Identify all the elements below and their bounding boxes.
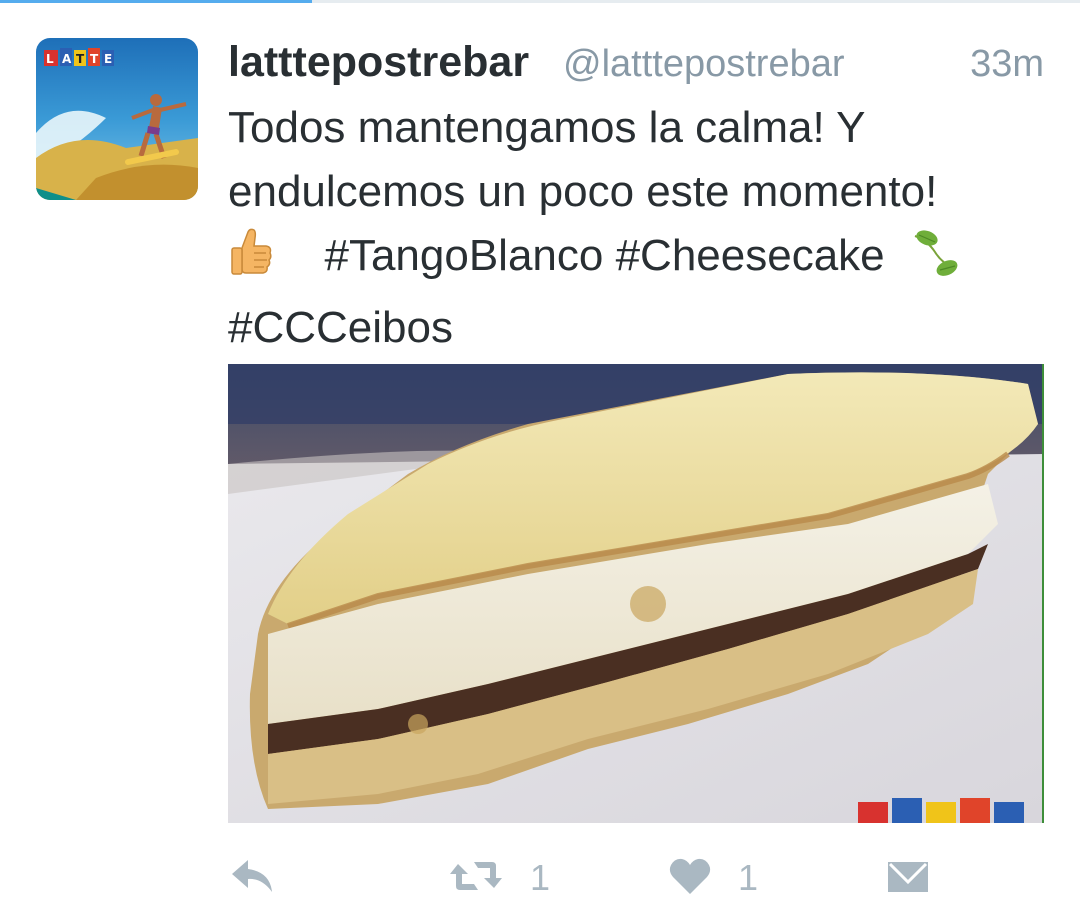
hashtag-line[interactable]: #TangoBlanco #Cheesecake xyxy=(324,231,884,280)
retweet-button[interactable]: 1 xyxy=(448,850,550,906)
svg-text:A: A xyxy=(62,52,72,66)
avatar-image: L A T T E xyxy=(36,38,198,200)
thumbs-up-emoji xyxy=(228,226,274,296)
svg-text:T: T xyxy=(76,52,85,66)
reply-icon xyxy=(228,856,276,901)
svg-text:L: L xyxy=(46,52,54,66)
svg-text:T: T xyxy=(90,52,99,66)
retweet-count: 1 xyxy=(530,857,551,898)
like-button[interactable]: 1 xyxy=(668,850,758,906)
tweet-text: Todos mantengamos la calma! Y endulcemos… xyxy=(228,96,1043,360)
cheesecake-photo xyxy=(228,364,1044,823)
direct-message-button[interactable] xyxy=(886,850,930,906)
avatar[interactable]: L A T T E xyxy=(36,38,198,200)
tweet-header: latttepostrebar @latttepostrebar 33m xyxy=(228,36,1044,92)
heart-icon xyxy=(668,856,712,901)
retweet-icon xyxy=(448,856,504,901)
tweet-media-photo[interactable] xyxy=(228,364,1044,823)
display-name[interactable]: latttepostrebar xyxy=(228,36,529,88)
timestamp[interactable]: 33m xyxy=(970,38,1044,90)
top-loading-bar xyxy=(0,0,1080,3)
svg-text:E: E xyxy=(104,52,112,66)
hashtag-ccceibos[interactable]: #CCCeibos xyxy=(228,296,1043,360)
top-loading-bar-fill xyxy=(0,0,312,3)
tweet-text-line-2: endulcemos un poco este momento! xyxy=(228,167,938,216)
like-count: 1 xyxy=(738,857,759,898)
reply-button[interactable] xyxy=(228,850,276,906)
tweet-actions: 1 1 xyxy=(228,850,1044,906)
tweet-text-line-3: #TangoBlanco #Cheesecake xyxy=(228,224,1043,296)
herb-emoji xyxy=(907,226,961,296)
tweet-text-line-1: Todos mantengamos la calma! Y xyxy=(228,103,866,152)
envelope-icon xyxy=(886,856,930,901)
user-handle[interactable]: @latttepostrebar xyxy=(563,38,845,90)
